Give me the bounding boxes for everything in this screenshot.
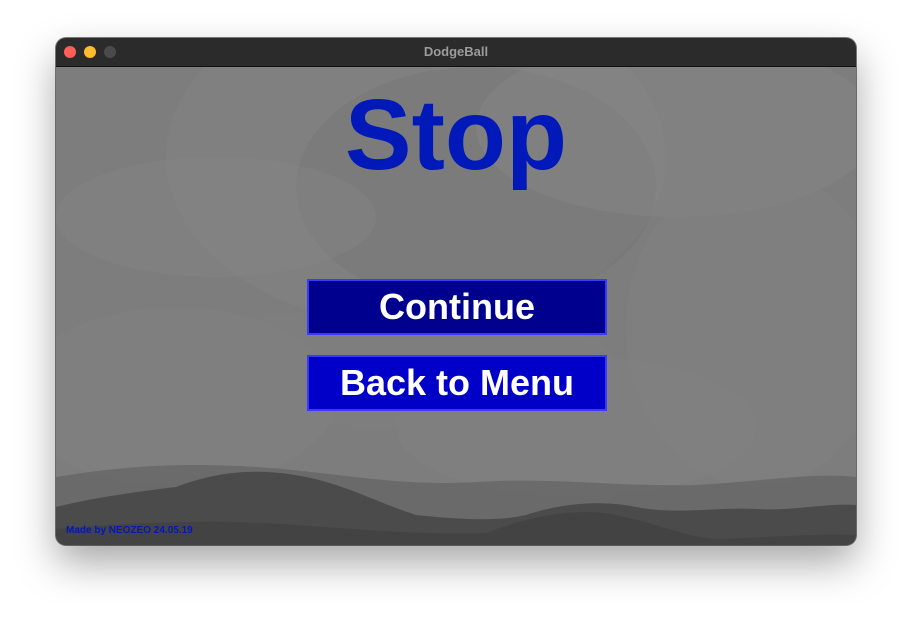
title-bar[interactable]: DodgeBall bbox=[56, 38, 856, 67]
continue-button[interactable]: Continue bbox=[307, 279, 607, 335]
window-title: DodgeBall bbox=[423, 44, 489, 59]
pause-title: Stop bbox=[344, 79, 568, 191]
credit-text: Made by NEOZEO 24.05.19 bbox=[66, 525, 193, 536]
app-window: DodgeBall Stop Continue Back to Menu Mad… bbox=[56, 38, 856, 545]
game-canvas: Stop Continue Back to Menu Made by NEOZE… bbox=[56, 67, 856, 545]
back-to-menu-button[interactable]: Back to Menu bbox=[307, 355, 607, 411]
